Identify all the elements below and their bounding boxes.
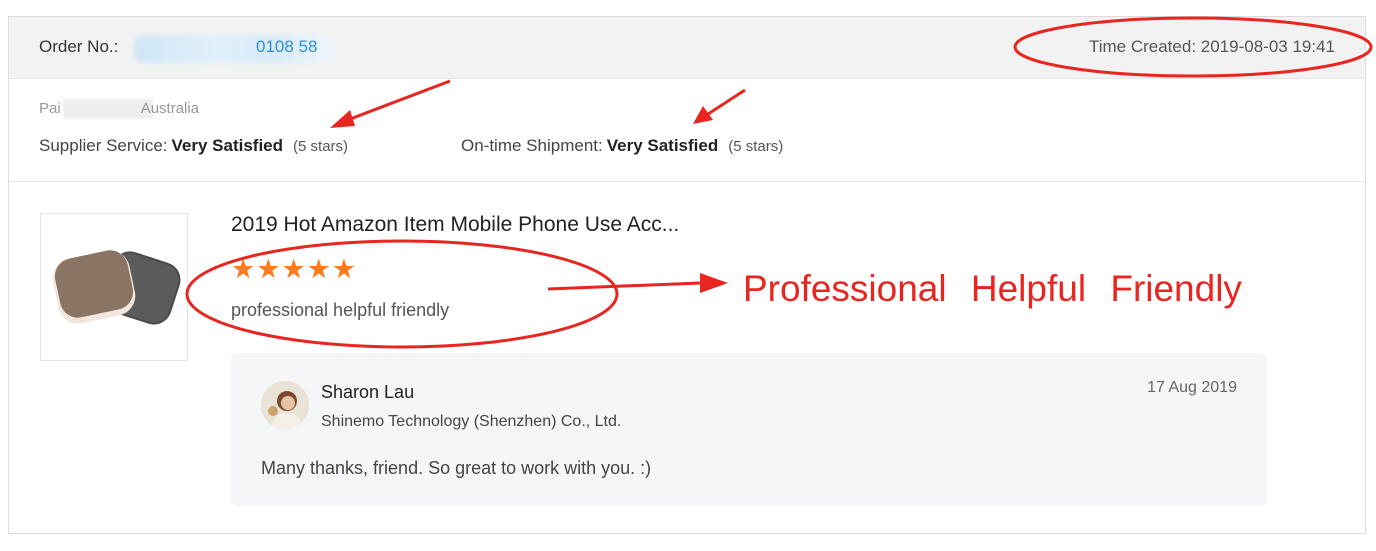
buyer-country: Australia <box>140 100 200 117</box>
star-icon: ★ <box>331 254 357 284</box>
section-divider <box>9 181 1365 182</box>
product-thumbnail[interactable] <box>40 213 188 361</box>
buyer-name-start: Pai <box>39 100 61 117</box>
supplier-service-value: Very Satisfied <box>171 136 284 155</box>
product-title[interactable]: 2019 Hot Amazon Item Mobile Phone Use Ac… <box>231 213 679 237</box>
buyer-info: Pai Australia <box>39 100 199 117</box>
star-icon: ★ <box>231 254 256 284</box>
reply-text: Many thanks, friend. So great to work wi… <box>261 458 652 478</box>
product-star-rating: ★★★★★ <box>231 255 357 283</box>
shipment-stars: (5 stars) <box>728 138 784 155</box>
time-created: Time Created: 2019-08-03 19:41 <box>1088 37 1335 56</box>
order-number-label: Order No.: <box>39 37 119 56</box>
shipment-label: On-time Shipment: <box>461 136 603 155</box>
reply-date: 17 Aug 2019 <box>1147 379 1237 396</box>
shipment-value: Very Satisfied <box>606 136 719 155</box>
supplier-service-rating: Supplier Service: Very Satisfied (5 stars) <box>39 136 348 156</box>
star-icon: ★ <box>306 254 331 284</box>
avatar-image <box>261 381 309 429</box>
star-icon: ★ <box>256 254 281 284</box>
supplier-service-label: Supplier Service: <box>39 136 168 155</box>
order-header: Order No.: 0108 58 Time Created: 2019-08… <box>9 17 1365 79</box>
wireless-charger-image <box>52 250 181 325</box>
shipment-rating: On-time Shipment: Very Satisfied (5 stars) <box>461 136 783 156</box>
supplier-service-stars: (5 stars) <box>293 138 349 155</box>
reply-author-name: Sharon Lau <box>321 382 415 402</box>
avatar <box>261 381 309 429</box>
annotation-text: Professional Helpful Friendly <box>743 268 1242 309</box>
review-text: professional helpful friendly <box>231 300 450 320</box>
order-number-link[interactable]: 0108 58 <box>256 37 317 57</box>
supplier-reply: Sharon Lau Shinemo Technology (Shenzhen)… <box>231 353 1267 506</box>
reply-author-company: Shinemo Technology (Shenzhen) Co., Ltd. <box>321 413 622 430</box>
star-icon: ★ <box>281 254 306 284</box>
